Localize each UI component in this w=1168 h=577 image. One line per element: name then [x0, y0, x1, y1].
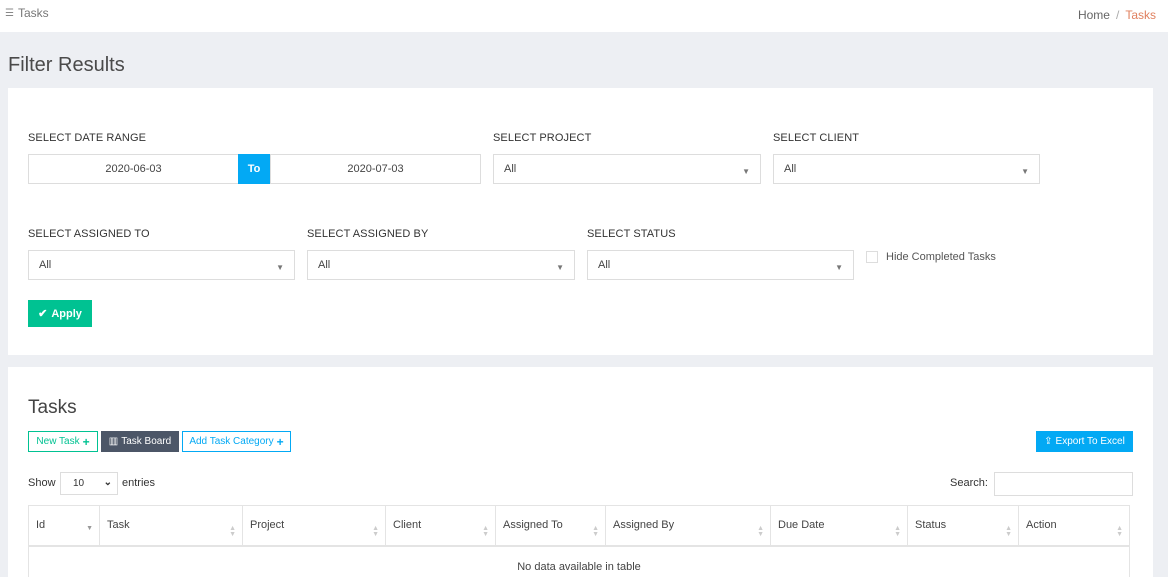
filter-heading: Filter Results — [8, 54, 125, 76]
hide-completed-checkbox[interactable] — [866, 251, 878, 263]
sort-icon: ▲ ▼ — [229, 525, 236, 538]
apply-button-label: Apply — [51, 307, 82, 320]
breadcrumb-home[interactable]: Home — [1078, 8, 1110, 22]
status-select-value: All — [598, 259, 611, 271]
start-date-input[interactable]: 2020-06-03 — [28, 154, 239, 184]
column-header-due-date[interactable]: Due Date ▲ ▼ — [771, 506, 908, 545]
assigned-by-select[interactable]: All ▼ — [307, 250, 575, 280]
plus-icon: + — [82, 434, 90, 449]
caret-down-icon: ▼ — [556, 263, 564, 272]
caret-down-icon: ▼ — [835, 263, 843, 272]
column-header-assigned-by[interactable]: Assigned By ▲ ▼ — [606, 506, 771, 545]
column-header-label: Id — [36, 519, 46, 531]
caret-down-icon: ▼ — [742, 167, 750, 176]
column-header-client[interactable]: Client ▲ ▼ — [386, 506, 496, 545]
status-label: SELECT STATUS — [587, 228, 676, 240]
column-header-label: Assigned By — [613, 519, 675, 531]
assigned-to-label: SELECT ASSIGNED TO — [28, 228, 150, 240]
column-header-action[interactable]: Action ▲ ▼ — [1019, 506, 1129, 545]
empty-table-message: No data available in table — [28, 547, 1130, 577]
column-header-status[interactable]: Status ▲ ▼ — [908, 506, 1019, 545]
sort-icon: ▲ ▼ — [1116, 525, 1123, 538]
assigned-by-select-value: All — [318, 259, 331, 271]
column-header-label: Due Date — [778, 519, 825, 531]
entries-label: entries — [122, 477, 156, 489]
column-header-assigned-to[interactable]: Assigned To ▲ ▼ — [496, 506, 606, 545]
task-board-button-label: Task Board — [121, 436, 172, 447]
tasks-card: Tasks New Task + ▥ Task Board Add Task C… — [8, 367, 1153, 577]
assigned-to-select-value: All — [39, 259, 52, 271]
column-header-label: Assigned To — [503, 519, 563, 531]
new-task-button[interactable]: New Task + — [28, 431, 98, 452]
breadcrumb-separator: / — [1115, 8, 1120, 22]
client-select[interactable]: All ▼ — [773, 154, 1040, 184]
add-task-category-button[interactable]: Add Task Category + — [182, 431, 291, 452]
tasks-heading: Tasks — [28, 397, 77, 418]
column-header-project[interactable]: Project ▲ ▼ — [243, 506, 386, 545]
filter-card: SELECT DATE RANGE 2020-06-03 To 2020-07-… — [8, 88, 1153, 355]
column-header-task[interactable]: Task ▲ ▼ — [100, 506, 243, 545]
upload-icon: ⇪ — [1044, 436, 1053, 447]
column-header-label: Task — [107, 519, 130, 531]
plus-icon: + — [276, 434, 284, 449]
entries-length-value: 10 — [73, 478, 85, 489]
entries-length-select[interactable]: 10 ⌄ — [60, 472, 118, 495]
project-select[interactable]: All ▼ — [493, 154, 761, 184]
top-bar: ☰ Tasks Home / Tasks — [0, 0, 1168, 32]
column-header-label: Action — [1026, 519, 1057, 531]
list-icon: ☰ — [5, 7, 14, 19]
apply-button[interactable]: ✔ Apply — [28, 300, 92, 327]
table-header: Id ▼ Task ▲ ▼ Project ▲ ▼ Client ▲ ▼ Assigned T… — [28, 505, 1130, 547]
sort-icon: ▲ ▼ — [1005, 525, 1012, 538]
column-header-id[interactable]: Id ▼ — [29, 506, 100, 545]
page-title-text: Tasks — [17, 6, 49, 20]
sort-desc-icon: ▼ — [86, 525, 93, 532]
page-title: ☰ Tasks — [5, 6, 49, 20]
client-select-value: All — [784, 163, 797, 175]
new-task-button-label: New Task — [36, 436, 80, 447]
search-input[interactable] — [994, 472, 1133, 496]
date-range-label: SELECT DATE RANGE — [28, 132, 147, 144]
export-excel-button[interactable]: ⇪ Export To Excel — [1036, 431, 1133, 452]
project-label: SELECT PROJECT — [493, 132, 592, 144]
sort-icon: ▲ ▼ — [592, 525, 599, 538]
breadcrumb: Home / Tasks — [1078, 8, 1156, 22]
sort-icon: ▲ ▼ — [894, 525, 901, 538]
client-label: SELECT CLIENT — [773, 132, 860, 144]
caret-down-icon: ▼ — [276, 263, 284, 272]
sort-icon: ▲ ▼ — [372, 525, 379, 538]
search-label: Search: — [950, 477, 988, 489]
project-select-value: All — [504, 163, 517, 175]
status-select[interactable]: All ▼ — [587, 250, 854, 280]
export-excel-button-label: Export To Excel — [1055, 436, 1125, 447]
column-header-label: Client — [393, 519, 422, 531]
check-icon: ✔ — [38, 308, 48, 320]
add-task-category-button-label: Add Task Category — [189, 436, 274, 447]
breadcrumb-current: Tasks — [1125, 8, 1156, 22]
show-label: Show — [28, 477, 56, 489]
assigned-by-label: SELECT ASSIGNED BY — [307, 228, 429, 240]
end-date-input[interactable]: 2020-07-03 — [270, 154, 481, 184]
column-header-label: Status — [915, 519, 947, 531]
sort-icon: ▲ ▼ — [482, 525, 489, 538]
assigned-to-select[interactable]: All ▼ — [28, 250, 295, 280]
sort-icon: ▲ ▼ — [757, 525, 764, 538]
caret-down-icon: ▼ — [1021, 167, 1029, 176]
to-badge: To — [238, 154, 270, 184]
task-board-button[interactable]: ▥ Task Board — [101, 431, 179, 452]
chevron-down-icon: ⌄ — [103, 477, 112, 488]
column-header-label: Project — [250, 519, 285, 531]
tasks-table: Id ▼ Task ▲ ▼ Project ▲ ▼ Client ▲ ▼ Assigned T… — [28, 505, 1130, 577]
hide-completed-label: Hide Completed Tasks — [886, 251, 996, 263]
columns-icon: ▥ — [108, 436, 119, 447]
